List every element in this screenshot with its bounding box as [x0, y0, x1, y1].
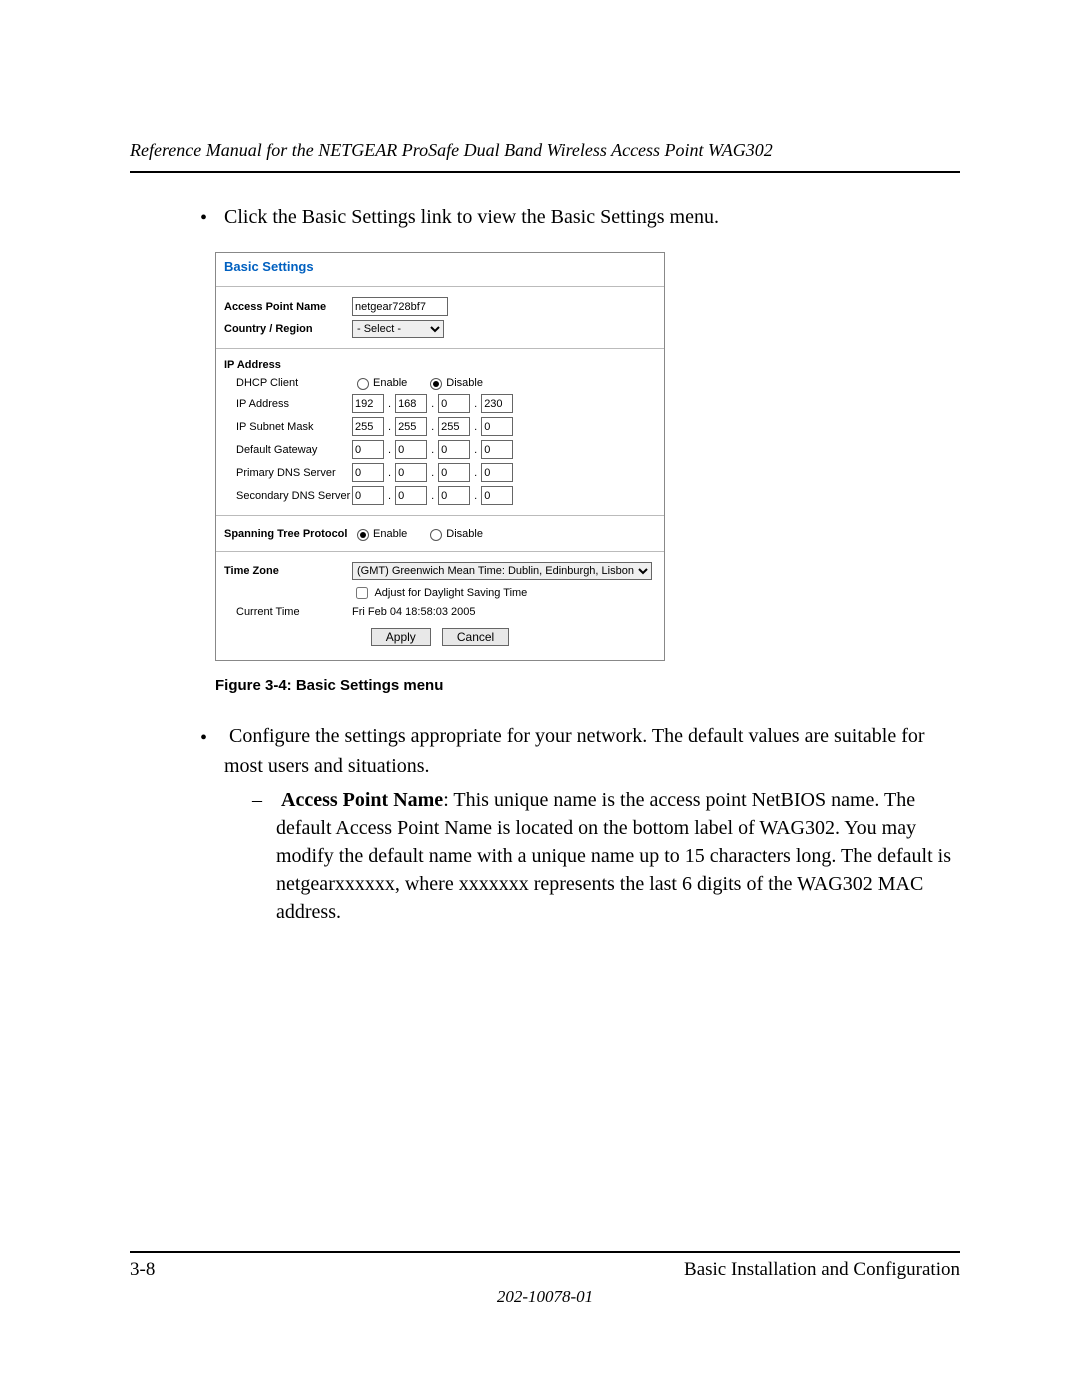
bullet-item-1: Click the Basic Settings link to view th…	[200, 203, 960, 232]
dhcp-enable-option[interactable]: Enable	[352, 375, 407, 390]
ip-octet-3[interactable]	[438, 394, 470, 413]
sdns-octet-3[interactable]	[438, 486, 470, 505]
sdns-octet-4[interactable]	[481, 486, 513, 505]
bullet-item-2: Configure the settings appropriate for y…	[200, 722, 960, 925]
current-time-value: Fri Feb 04 18:58:03 2005	[352, 606, 476, 618]
mask-octet-3[interactable]	[438, 417, 470, 436]
section-stp: Spanning Tree Protocol Enable Disable	[216, 516, 664, 552]
ip-octet-2[interactable]	[395, 394, 427, 413]
section-time: Time Zone (GMT) Greenwich Mean Time: Dub…	[216, 552, 664, 660]
footer-rule	[130, 1251, 960, 1253]
subitem-ap-name: Access Point Name: This unique name is t…	[252, 786, 960, 926]
dhcp-label: DHCP Client	[224, 377, 352, 389]
section-ip: IP Address DHCP Client Enable Disable IP…	[216, 349, 664, 516]
section-name: Basic Installation and Configuration	[684, 1259, 960, 1281]
doc-header: Reference Manual for the NETGEAR ProSafe…	[130, 140, 960, 161]
mask-octet-4[interactable]	[481, 417, 513, 436]
pdns-octet-1[interactable]	[352, 463, 384, 482]
dhcp-disable-option[interactable]: Disable	[425, 375, 483, 390]
bullet-list-2: Configure the settings appropriate for y…	[200, 722, 960, 925]
page-number: 3-8	[130, 1259, 155, 1281]
country-label: Country / Region	[224, 323, 352, 335]
stp-disable-option[interactable]: Disable	[425, 526, 483, 541]
pdns-label: Primary DNS Server	[224, 467, 352, 479]
gw-octet-1[interactable]	[352, 440, 384, 459]
ap-name-input[interactable]	[352, 297, 448, 316]
stp-label: Spanning Tree Protocol	[224, 528, 352, 540]
gw-octet-2[interactable]	[395, 440, 427, 459]
subnet-label: IP Subnet Mask	[224, 421, 352, 433]
pdns-octet-4[interactable]	[481, 463, 513, 482]
figure-caption: Figure 3-4: Basic Settings menu	[215, 677, 665, 694]
sdns-label: Secondary DNS Server	[224, 490, 352, 502]
bullet-list: Click the Basic Settings link to view th…	[200, 203, 960, 232]
stp-enable-option[interactable]: Enable	[352, 526, 407, 541]
doc-number: 202-10078-01	[130, 1287, 960, 1307]
apply-button[interactable]: Apply	[371, 628, 431, 646]
gw-octet-3[interactable]	[438, 440, 470, 459]
ip-addr-label: IP Address	[224, 398, 352, 410]
dst-checkbox[interactable]: Adjust for Daylight Saving Time	[352, 584, 527, 602]
tz-select[interactable]: (GMT) Greenwich Mean Time: Dublin, Edinb…	[352, 562, 652, 580]
gateway-label: Default Gateway	[224, 444, 352, 456]
sdns-octet-1[interactable]	[352, 486, 384, 505]
figure-basic-settings: Basic Settings Access Point Name Country…	[215, 252, 665, 694]
pdns-octet-2[interactable]	[395, 463, 427, 482]
gw-octet-4[interactable]	[481, 440, 513, 459]
mask-octet-1[interactable]	[352, 417, 384, 436]
ap-name-label: Access Point Name	[224, 301, 352, 313]
mask-octet-2[interactable]	[395, 417, 427, 436]
pdns-octet-3[interactable]	[438, 463, 470, 482]
ip-octet-1[interactable]	[352, 394, 384, 413]
current-time-label: Current Time	[224, 606, 352, 618]
basic-settings-panel: Basic Settings Access Point Name Country…	[215, 252, 665, 661]
ip-header: IP Address	[224, 359, 352, 371]
country-select[interactable]: - Select -	[352, 320, 444, 338]
cancel-button[interactable]: Cancel	[442, 628, 509, 646]
tz-label: Time Zone	[224, 565, 352, 577]
sdns-octet-2[interactable]	[395, 486, 427, 505]
section-general: Access Point Name Country / Region - Sel…	[216, 287, 664, 349]
page-footer: 3-8 Basic Installation and Configuration…	[130, 1251, 960, 1307]
header-rule	[130, 171, 960, 173]
panel-title: Basic Settings	[216, 253, 664, 287]
ip-octet-4[interactable]	[481, 394, 513, 413]
